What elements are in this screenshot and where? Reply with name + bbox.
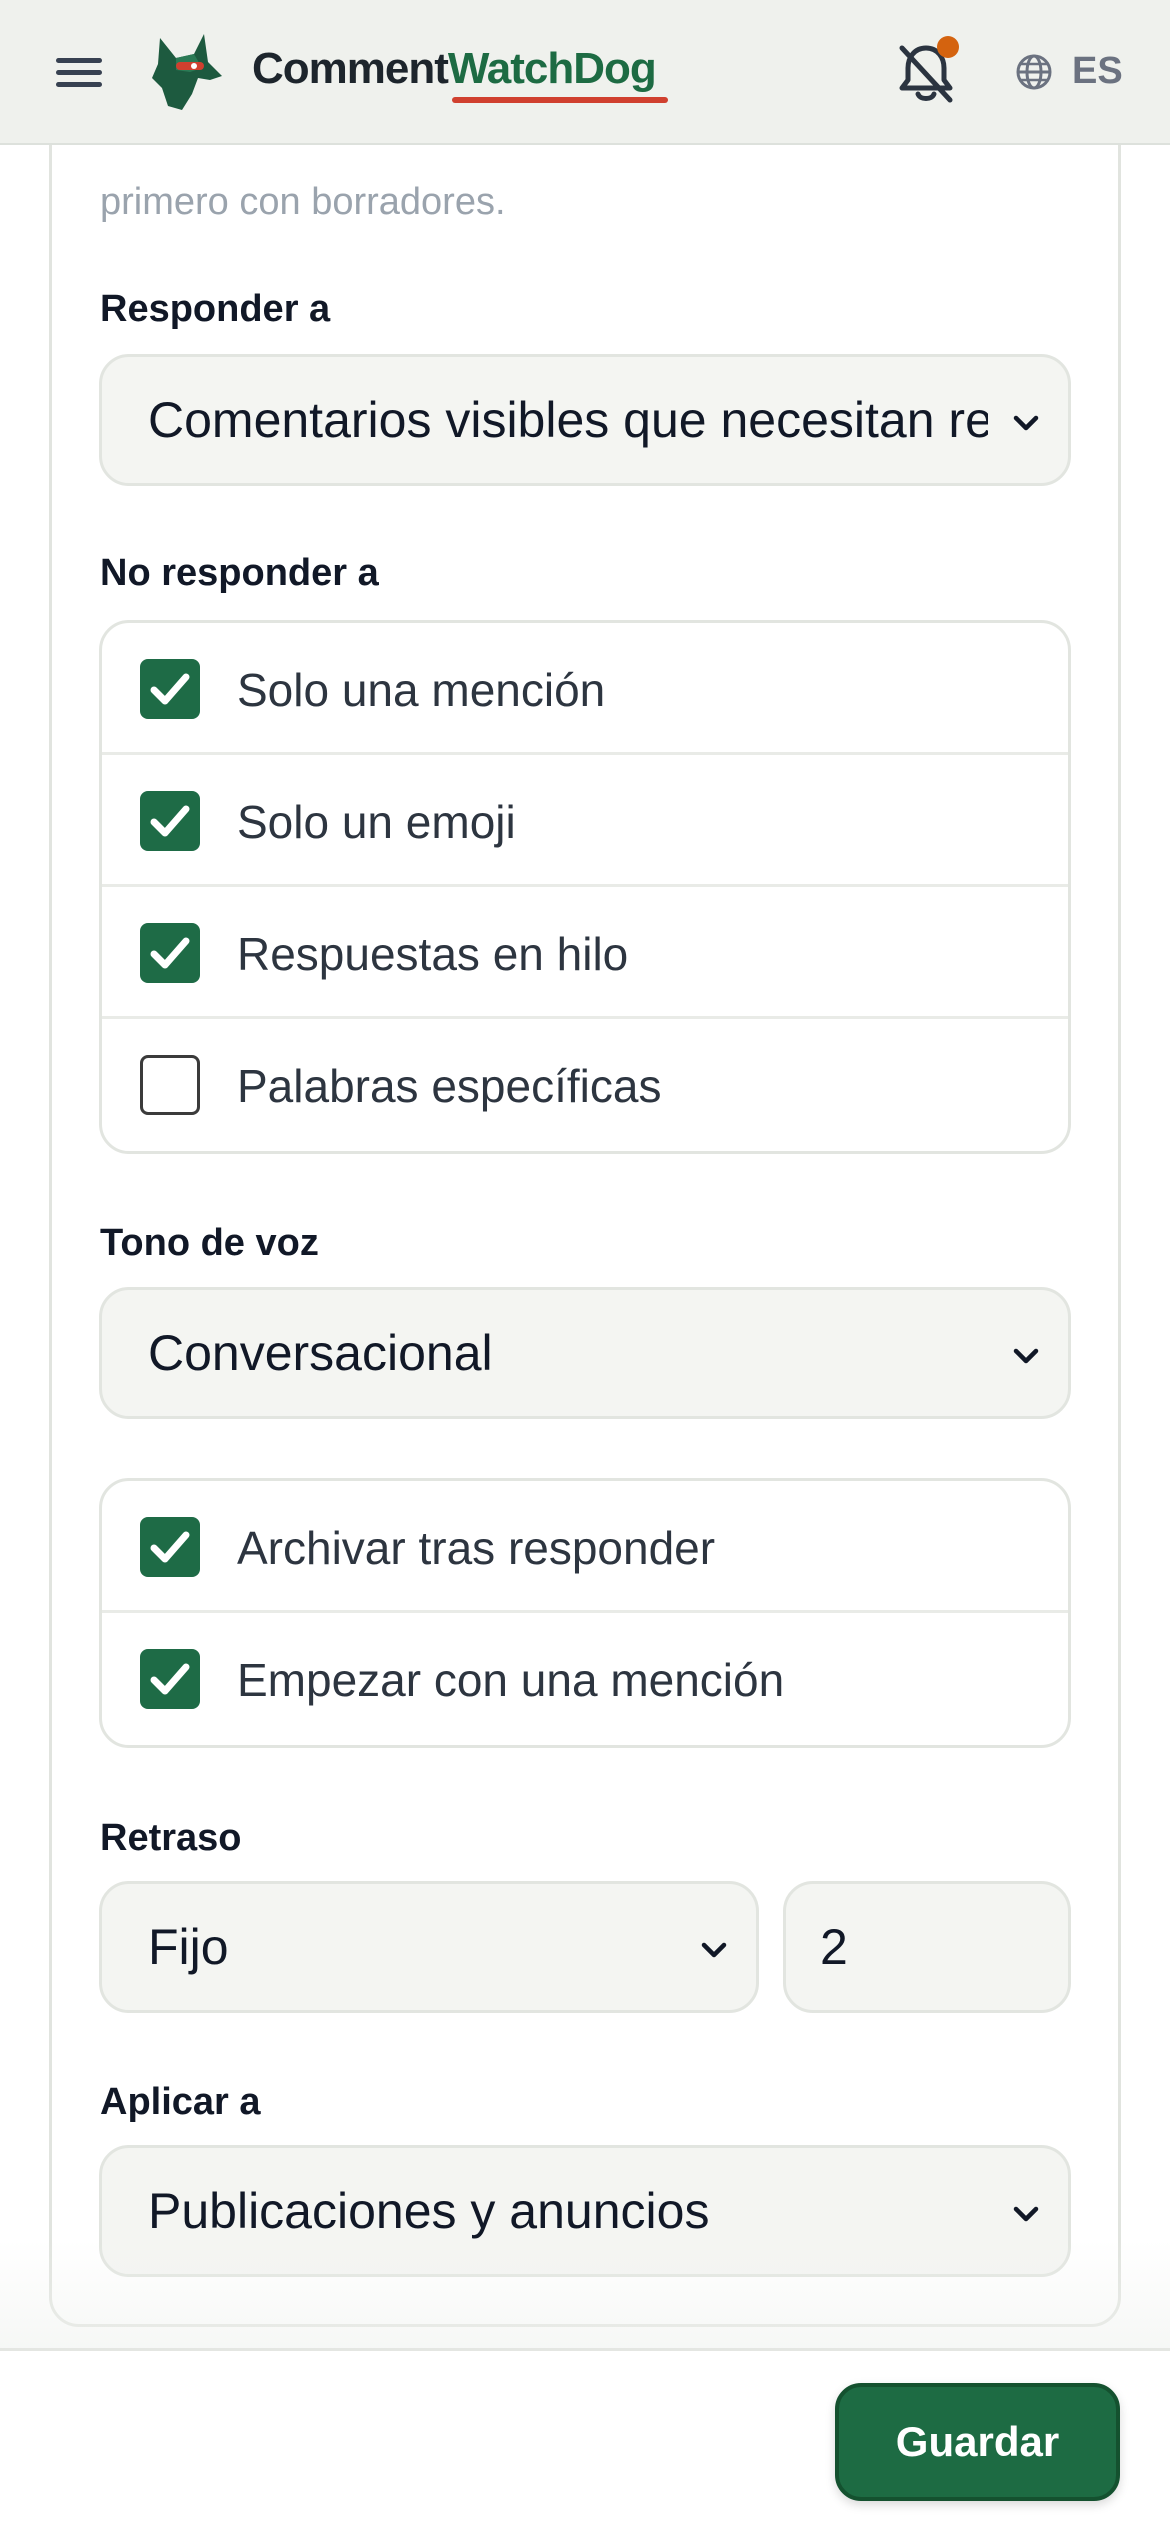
notification-dot (937, 36, 959, 58)
dog-logo (152, 34, 222, 110)
checkbox-checked[interactable] (140, 659, 200, 719)
tone-select[interactable]: Conversacional (99, 1287, 1071, 1419)
reply-to-label: Responder a (100, 288, 331, 330)
checkbox-unchecked[interactable] (140, 1055, 200, 1115)
menu-icon[interactable] (56, 58, 102, 88)
chevron-down-icon (1013, 415, 1039, 431)
exclude-label: No responder a (100, 552, 379, 594)
checkbox-checked[interactable] (140, 1649, 200, 1709)
language-selector[interactable]: ES (1072, 50, 1123, 93)
save-button[interactable]: Guardar (835, 2383, 1120, 2501)
exclude-option-mention[interactable]: Solo una mención (102, 623, 1068, 755)
chevron-down-icon (1013, 1348, 1039, 1364)
tone-label: Tono de voz (100, 1222, 319, 1264)
delay-type-select[interactable]: Fijo (99, 1881, 759, 2013)
chevron-down-icon (701, 1942, 727, 1958)
app-header: CommentWatchDog ES (0, 0, 1170, 145)
exclude-group: Solo una mención Solo un emoji Respuesta… (99, 620, 1071, 1154)
exclude-option-keywords[interactable]: Palabras específicas (102, 1019, 1068, 1151)
exclude-option-threads[interactable]: Respuestas en hilo (102, 887, 1068, 1019)
checkbox-checked[interactable] (140, 923, 200, 983)
globe-icon[interactable] (1014, 52, 1054, 92)
brand-name[interactable]: CommentWatchDog (252, 44, 657, 94)
apply-to-label: Aplicar a (100, 2081, 261, 2123)
footer-fade (0, 2240, 1170, 2350)
chevron-down-icon (1013, 2206, 1039, 2222)
exclude-option-emoji[interactable]: Solo un emoji (102, 755, 1068, 887)
checkbox-checked[interactable] (140, 791, 200, 851)
reply-to-select[interactable]: Comentarios visibles que necesitan respu… (99, 354, 1071, 486)
options-group: Archivar tras responder Empezar con una … (99, 1478, 1071, 1748)
delay-label: Retraso (100, 1817, 242, 1859)
checkbox-checked[interactable] (140, 1517, 200, 1577)
brand-underline (452, 97, 668, 103)
delay-amount-input[interactable]: 2 (783, 1881, 1071, 2013)
option-start-mention[interactable]: Empezar con una mención (102, 1613, 1068, 1745)
option-archive[interactable]: Archivar tras responder (102, 1481, 1068, 1613)
